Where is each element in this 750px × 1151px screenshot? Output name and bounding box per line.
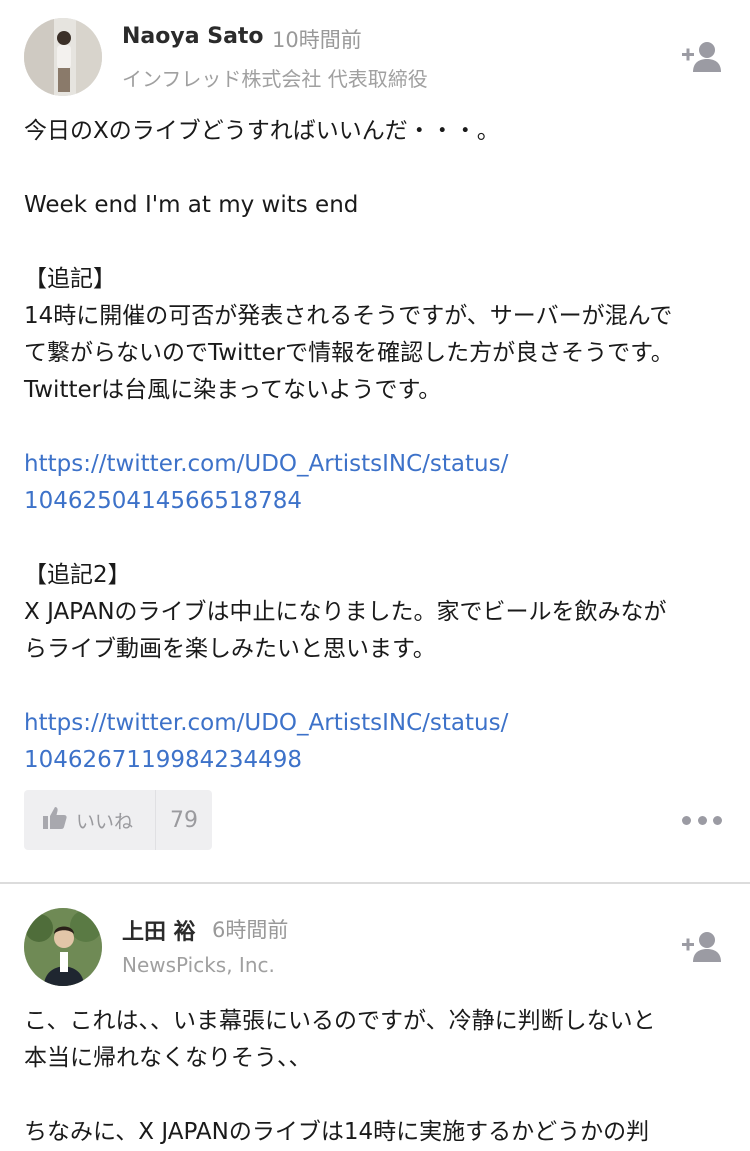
avatar[interactable] — [24, 18, 102, 96]
comment-body: 今日のXのライブどうすればいいんだ・・・。 Week end I'm at my … — [24, 113, 729, 779]
thumbs-up-icon — [42, 805, 68, 835]
more-dots-icon[interactable] — [682, 810, 722, 830]
comment-line: らライブ動画を楽しみたいと思います。 — [24, 636, 436, 662]
author-org: NewsPicks, Inc. — [122, 953, 275, 977]
comment-body: こ、これは、、いま幕張にいるのですが、冷静に判断しないと 本当に帰れなくなりそう、… — [24, 1003, 729, 1151]
comment-line: て繋がらないのでTwitterで情報を確認した方が良さそうです。 — [24, 340, 674, 366]
post-time: 10時間前 — [272, 28, 362, 52]
like-action[interactable]: いいね — [24, 790, 156, 850]
add-user-icon[interactable] — [680, 930, 724, 964]
like-label: いいね — [76, 810, 134, 833]
author-name[interactable]: Naoya Sato — [122, 24, 264, 49]
like-button[interactable]: いいね 79 — [24, 790, 212, 850]
comment-link[interactable]: 1046250414566518784 — [24, 483, 729, 520]
comment-line: こ、これは、、いま幕張にいるのですが、冷静に判断しないと — [24, 1008, 656, 1034]
comment-link[interactable]: https://twitter.com/UDO_ArtistsINC/statu… — [24, 446, 729, 483]
comment-line: Week end I'm at my wits end — [24, 192, 359, 218]
comment-link[interactable]: 1046267119984234498 — [24, 742, 729, 779]
comment-line: Twitterは台風に染まってないようです。 — [24, 377, 442, 403]
author-name[interactable]: 上田 裕 — [122, 914, 196, 946]
avatar[interactable] — [24, 908, 102, 986]
comment-line: 14時に開催の可否が発表されるそうですが、サーバーが混んで — [24, 303, 673, 329]
author-org: インフレッド株式会社 代表取締役 — [122, 67, 428, 91]
divider — [0, 882, 750, 884]
comment-line: 【追記2】 — [24, 562, 131, 588]
comment-line: X JAPANのライブは中止になりました。家でビールを飲みなが — [24, 599, 667, 625]
like-count: 79 — [170, 807, 198, 833]
post-time: 6時間前 — [212, 918, 289, 942]
comment-line: 本当に帰れなくなりそう、、 — [24, 1045, 312, 1071]
comment-line: ちなみに、X JAPANのライブは14時に実施するかどうかの判 — [24, 1119, 650, 1145]
comment-link[interactable]: https://twitter.com/UDO_ArtistsINC/statu… — [24, 705, 729, 742]
comment-line: 【追記】 — [24, 266, 116, 292]
add-user-icon[interactable] — [680, 40, 724, 74]
comment-line: 今日のXのライブどうすればいいんだ・・・。 — [24, 118, 500, 144]
